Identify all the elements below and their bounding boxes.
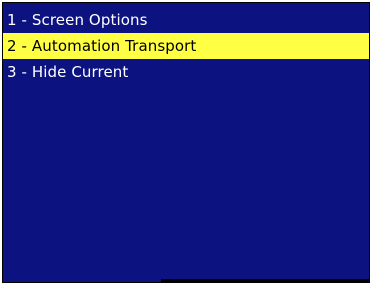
- menu-list: 1 - Screen Options 2 - Automation Transp…: [3, 7, 369, 85]
- bottom-bar: [161, 279, 369, 282]
- menu-item-hide-current[interactable]: 3 - Hide Current: [3, 59, 369, 85]
- menu-item-label: 2 - Automation Transport: [7, 37, 197, 55]
- menu-item-automation-transport[interactable]: 2 - Automation Transport: [3, 33, 369, 59]
- menu-panel: 1 - Screen Options 2 - Automation Transp…: [3, 3, 369, 282]
- menu-item-label: 1 - Screen Options: [7, 11, 148, 29]
- menu-item-screen-options[interactable]: 1 - Screen Options: [3, 7, 369, 33]
- menu-frame: 1 - Screen Options 2 - Automation Transp…: [2, 2, 370, 283]
- menu-item-label: 3 - Hide Current: [7, 63, 129, 81]
